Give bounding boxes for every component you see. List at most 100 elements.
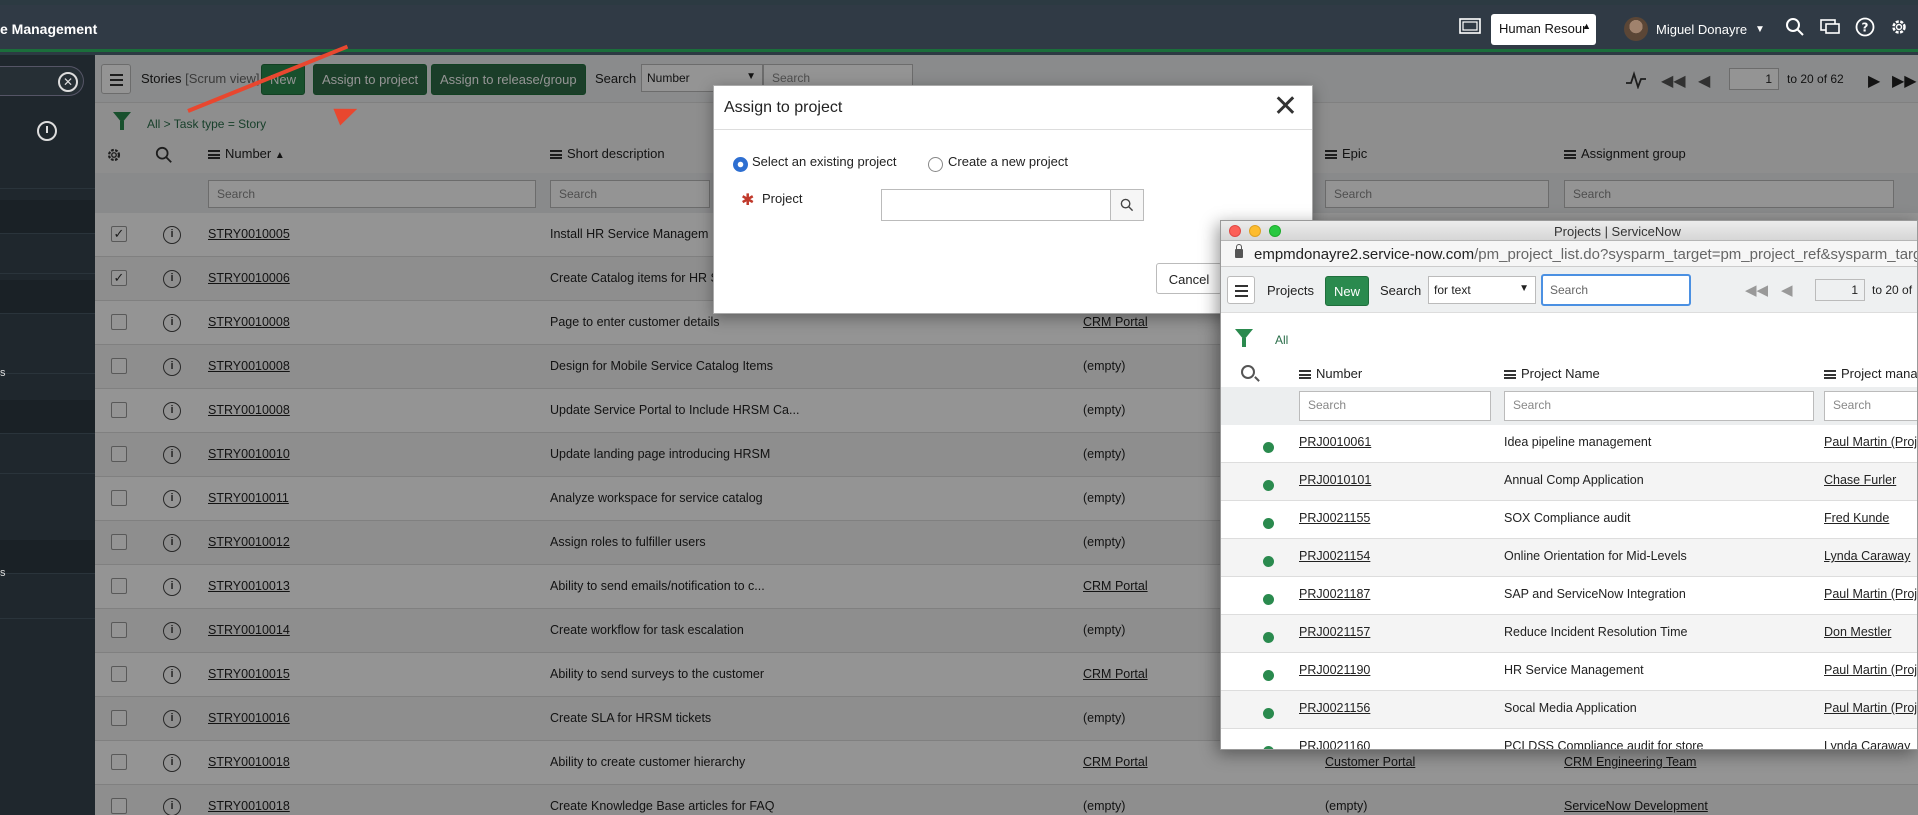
domain-select[interactable]: Human Resour ▲ (1491, 14, 1596, 45)
project-number-link[interactable]: PRJ0021156 (1299, 701, 1370, 715)
popup-name-filter-input[interactable]: Search (1504, 391, 1814, 421)
popup-column-header-number-label: Number (1316, 366, 1363, 381)
table-row[interactable]: PRJ0010061 Idea pipeline management Paul M… (1221, 425, 1917, 463)
list-menu-button[interactable] (1227, 276, 1255, 304)
popup-search-field-select[interactable]: for text ▼ (1428, 276, 1536, 304)
project-name: Idea pipeline management (1504, 435, 1652, 449)
status-dot-icon (1263, 708, 1274, 719)
url-host: empmdonayre2.service-now.com (1254, 246, 1475, 263)
lookup-search-button[interactable] (1110, 189, 1144, 221)
clear-icon[interactable]: ✕ (58, 72, 78, 92)
popup-column-header-number[interactable]: Number (1299, 366, 1362, 381)
radio-new-project[interactable] (928, 157, 943, 172)
popup-search-input[interactable]: Search (1541, 274, 1691, 306)
popup-column-header-name[interactable]: Project Name (1504, 366, 1600, 381)
project-number-link[interactable]: PRJ0021187 (1299, 587, 1370, 601)
status-dot-icon (1263, 480, 1274, 491)
filter-icon[interactable] (1235, 329, 1253, 347)
project-number-link[interactable]: PRJ0021154 (1299, 549, 1370, 563)
table-row[interactable]: PRJ0021155 SOX Compliance audit Fred Kunde (1221, 501, 1917, 539)
gear-icon[interactable] (1887, 17, 1911, 41)
nav-item[interactable] (0, 585, 95, 619)
project-manager-link[interactable]: Fred Kunde (1824, 511, 1889, 525)
cancel-button[interactable]: Cancel (1156, 263, 1222, 294)
nav-item[interactable] (0, 200, 95, 234)
select-caret-icon: ▲ (1582, 21, 1591, 31)
user-menu[interactable]: Miguel Donayre ▼ (1624, 16, 1765, 42)
top-header: e Management Human Resour ▲ Miguel Donay… (0, 5, 1918, 52)
table-row[interactable]: PRJ0021160 PCI DSS Compliance audit for s… (1221, 729, 1917, 749)
project-number-link[interactable]: PRJ0021157 (1299, 625, 1370, 639)
svg-text:?: ? (1862, 21, 1869, 35)
project-manager-link[interactable]: Paul Martin (Proje (1824, 663, 1917, 677)
column-search-icon[interactable] (1241, 365, 1255, 379)
table-row[interactable]: PRJ0021156 Socal Media Application Paul Ma… (1221, 691, 1917, 729)
status-dot-icon (1263, 556, 1274, 567)
window-titlebar: Projects | ServiceNow (1221, 221, 1917, 241)
table-row[interactable]: PRJ0021190 HR Service Management Paul Mart… (1221, 653, 1917, 691)
chat-window-icon[interactable] (1458, 17, 1482, 41)
window-close-icon[interactable] (1229, 225, 1241, 237)
project-field-label: Project (762, 191, 803, 206)
popup-page-number-input[interactable]: 1 (1815, 279, 1865, 301)
project-name: Online Orientation for Mid-Levels (1504, 549, 1687, 563)
popup-column-filter-row: Search Search Search (1221, 387, 1917, 425)
project-manager-link[interactable]: Paul Martin (Proje (1824, 435, 1917, 449)
table-row[interactable]: PRJ0021154 Online Orientation for Mid-Lev… (1221, 539, 1917, 577)
history-clock-icon[interactable] (37, 121, 57, 141)
help-icon[interactable]: ? (1853, 17, 1877, 41)
project-number-link[interactable]: PRJ0021160 (1299, 739, 1370, 749)
column-menu-icon[interactable] (1824, 370, 1836, 380)
nav-item-text: s (0, 367, 6, 379)
nav-item[interactable] (0, 280, 95, 314)
project-manager-link[interactable]: Don Mestler (1824, 625, 1891, 639)
window-minimize-icon[interactable] (1249, 225, 1261, 237)
project-number-link[interactable]: PRJ0010061 (1299, 435, 1371, 449)
project-name: SOX Compliance audit (1504, 511, 1631, 525)
app-brand: e Management (0, 21, 98, 37)
project-manager-link[interactable]: Paul Martin (Proje (1824, 587, 1917, 601)
project-number-link[interactable]: PRJ0021155 (1299, 511, 1370, 525)
first-page-icon[interactable]: ◀◀ (1745, 281, 1768, 299)
project-manager-link[interactable]: Lynda Caraway (1824, 739, 1910, 749)
connect-chat-icon[interactable] (1818, 17, 1842, 41)
required-asterisk-icon: ✱ (741, 192, 755, 209)
project-number-link[interactable]: PRJ0010101 (1299, 473, 1371, 487)
close-icon[interactable]: ✕ (1273, 92, 1298, 122)
chevron-down-icon: ▼ (1755, 23, 1765, 35)
popup-number-filter-input[interactable]: Search (1299, 391, 1491, 421)
project-number-link[interactable]: PRJ0021190 (1299, 663, 1370, 677)
project-name: Socal Media Application (1504, 701, 1637, 715)
popup-breadcrumb[interactable]: All (1275, 333, 1288, 347)
window-maximize-icon[interactable] (1269, 225, 1281, 237)
previous-page-icon[interactable]: ◀ (1781, 281, 1793, 299)
nav-item[interactable] (0, 440, 95, 474)
table-row[interactable]: PRJ0021157 Reduce Incident Resolution Tim… (1221, 615, 1917, 653)
url-path: /pm_project_list.do?sysparm_target=pm_pr… (1474, 246, 1918, 263)
user-name: Miguel Donayre (1656, 21, 1748, 37)
nav-item[interactable] (0, 240, 95, 274)
popup-manager-filter-input[interactable]: Search (1824, 391, 1917, 421)
project-input[interactable] (881, 189, 1111, 221)
project-manager-link[interactable]: Chase Furler (1824, 473, 1896, 487)
column-menu-icon[interactable] (1299, 370, 1311, 380)
status-dot-icon (1263, 442, 1274, 453)
project-manager-link[interactable]: Paul Martin (Proje (1824, 701, 1917, 715)
popup-column-header-manager[interactable]: Project manag (1824, 366, 1917, 381)
table-row[interactable]: PRJ0021187 SAP and ServiceNow Integration… (1221, 577, 1917, 615)
radio-existing-project[interactable] (733, 157, 748, 172)
project-manager-link[interactable]: Lynda Caraway (1824, 549, 1910, 563)
search-icon[interactable] (1783, 17, 1807, 41)
status-dot-icon (1263, 518, 1274, 529)
nav-item[interactable] (0, 540, 95, 574)
nav-item[interactable] (0, 400, 95, 434)
nav-item[interactable] (0, 340, 95, 374)
table-row[interactable]: PRJ0010101 Annual Comp Application Chase F… (1221, 463, 1917, 501)
popup-list-title: Projects (1267, 283, 1314, 298)
column-menu-icon[interactable] (1504, 370, 1516, 380)
nav-item[interactable] (0, 155, 95, 189)
status-dot-icon (1263, 594, 1274, 605)
popup-new-button[interactable]: New (1325, 276, 1369, 306)
address-bar[interactable]: empmdonayre2.service-now.com/pm_project_… (1221, 241, 1917, 267)
status-dot-icon (1263, 670, 1274, 681)
